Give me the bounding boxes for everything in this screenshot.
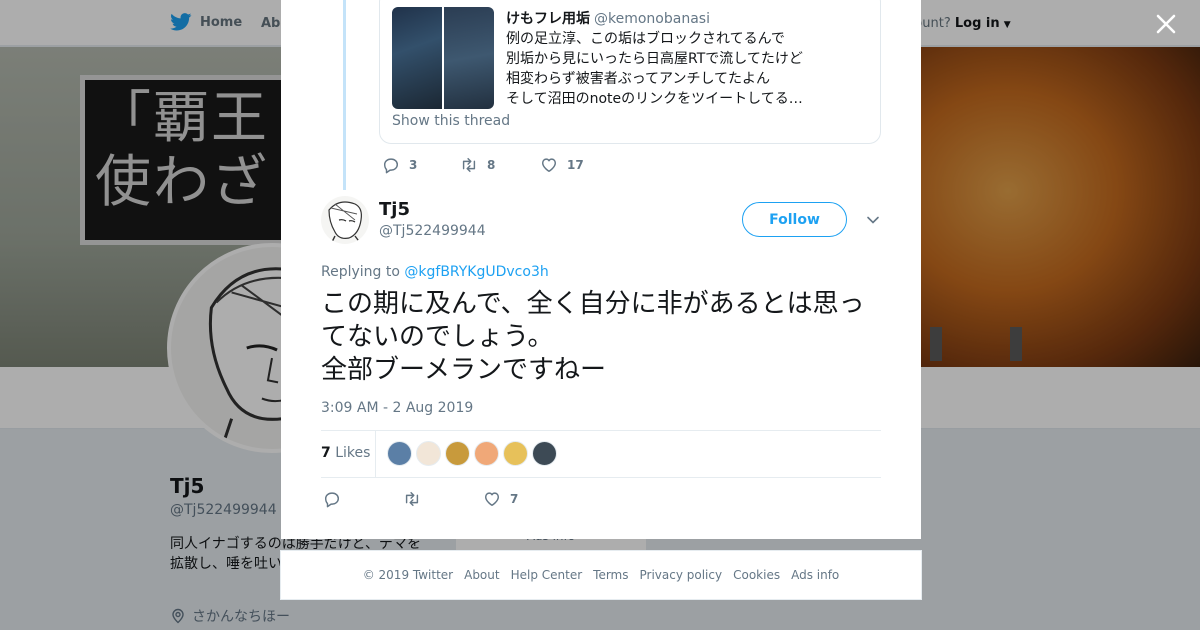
replying-to-handle[interactable]: @kgfBRYKgUDvco3h xyxy=(404,264,548,280)
author-name[interactable]: Tj5 xyxy=(379,199,410,220)
liker-avatar[interactable] xyxy=(387,441,412,466)
tweet-permalink-modal: けもフレ用垢 @kemonobanasi 例の足立淳、この垢はブロックされてるんで… xyxy=(281,0,921,539)
retweet-icon xyxy=(405,491,419,507)
reply-button[interactable] xyxy=(323,490,403,508)
footer-link-ads-info[interactable]: Ads info xyxy=(791,568,839,582)
quoted-tweet-line: 例の足立淳、この垢はブロックされてるんで xyxy=(506,31,785,47)
quoted-tweet-line: 別垢から見にいったら日高屋RTで流してたけど xyxy=(506,51,803,67)
stats-divider xyxy=(375,431,376,477)
quoted-tweet-media[interactable] xyxy=(392,7,494,109)
chevron-down-icon xyxy=(867,216,879,224)
likes-stat[interactable]: 7 Likes xyxy=(321,445,370,461)
like-button[interactable]: 17 xyxy=(540,156,584,174)
follow-button[interactable]: Follow xyxy=(742,202,847,237)
close-icon xyxy=(1156,14,1176,34)
tweet-timestamp[interactable]: 3:09 AM - 2 Aug 2019 xyxy=(321,400,473,416)
footer-link-privacy-policy[interactable]: Privacy policy xyxy=(640,568,723,582)
quoted-tweet-author-name: けもフレ用垢 xyxy=(506,11,590,27)
author-avatar-drawing xyxy=(321,196,369,244)
quoted-tweet-card[interactable]: けもフレ用垢 @kemonobanasi 例の足立淳、この垢はブロックされてるんで… xyxy=(379,0,881,144)
footer-link-terms[interactable]: Terms xyxy=(593,568,628,582)
retweet-count: 8 xyxy=(487,158,496,172)
quoted-tweet-image[interactable] xyxy=(392,7,442,109)
close-button[interactable] xyxy=(1154,12,1178,36)
tweet-stats: 7 Likes xyxy=(321,430,881,478)
reply-count: 3 xyxy=(409,158,418,172)
retweet-icon xyxy=(462,157,476,173)
liker-avatar[interactable] xyxy=(474,441,499,466)
liker-avatar[interactable] xyxy=(532,441,557,466)
retweet-button[interactable] xyxy=(403,490,483,508)
parent-tweet-actions: 3 8 17 xyxy=(382,156,584,174)
likes-stat-label: Likes xyxy=(335,445,371,461)
replying-to: Replying to @kgfBRYKgUDvco3h xyxy=(321,264,549,280)
thread-connector-line xyxy=(343,0,346,190)
heart-icon xyxy=(484,492,500,507)
liker-avatar[interactable] xyxy=(445,441,470,466)
reply-button[interactable]: 3 xyxy=(382,156,460,174)
quoted-tweet-image[interactable] xyxy=(444,7,494,109)
quoted-tweet-header: けもフレ用垢 @kemonobanasi xyxy=(506,8,710,28)
quoted-tweet-line: 相変わらず被害者ぶってアンチしてたよん xyxy=(506,71,771,87)
footer-copyright: © 2019 Twitter xyxy=(362,568,454,582)
footer-link-cookies[interactable]: Cookies xyxy=(733,568,780,582)
tweet-actions: 7 xyxy=(323,490,518,508)
like-count: 17 xyxy=(567,158,584,172)
reply-icon xyxy=(324,492,340,508)
replying-to-prefix: Replying to xyxy=(321,264,400,280)
liker-avatar[interactable] xyxy=(503,441,528,466)
like-button[interactable]: 7 xyxy=(483,490,518,508)
footer-link-about[interactable]: About xyxy=(464,568,499,582)
retweet-button[interactable]: 8 xyxy=(460,156,540,174)
author-avatar[interactable] xyxy=(321,196,369,244)
heart-icon xyxy=(541,158,557,173)
liker-avatar[interactable] xyxy=(416,441,441,466)
more-options-button[interactable] xyxy=(865,212,881,228)
show-thread-link[interactable]: Show this thread xyxy=(392,113,510,129)
quoted-tweet-line: そして沼田のnoteのリンクをツイートしてる… xyxy=(506,91,803,107)
quoted-tweet-text: 例の足立淳、この垢はブロックされてるんで 別垢から見にいったら日高屋RTで流して… xyxy=(506,29,866,109)
tweet-text: この期に及んで、全く自分に非があるとは思ってないのでしょう。 全部ブーメランです… xyxy=(321,289,865,385)
liker-avatars xyxy=(387,441,557,466)
like-count: 7 xyxy=(510,492,519,506)
author-handle[interactable]: @Tj522499944 xyxy=(379,223,486,239)
quoted-tweet-author-handle: @kemonobanasi xyxy=(594,11,710,27)
modal-footer: © 2019 Twitter About Help Center Terms P… xyxy=(280,550,922,600)
reply-icon xyxy=(383,158,399,174)
footer-link-help-center[interactable]: Help Center xyxy=(511,568,583,582)
likes-stat-count: 7 xyxy=(321,445,331,461)
